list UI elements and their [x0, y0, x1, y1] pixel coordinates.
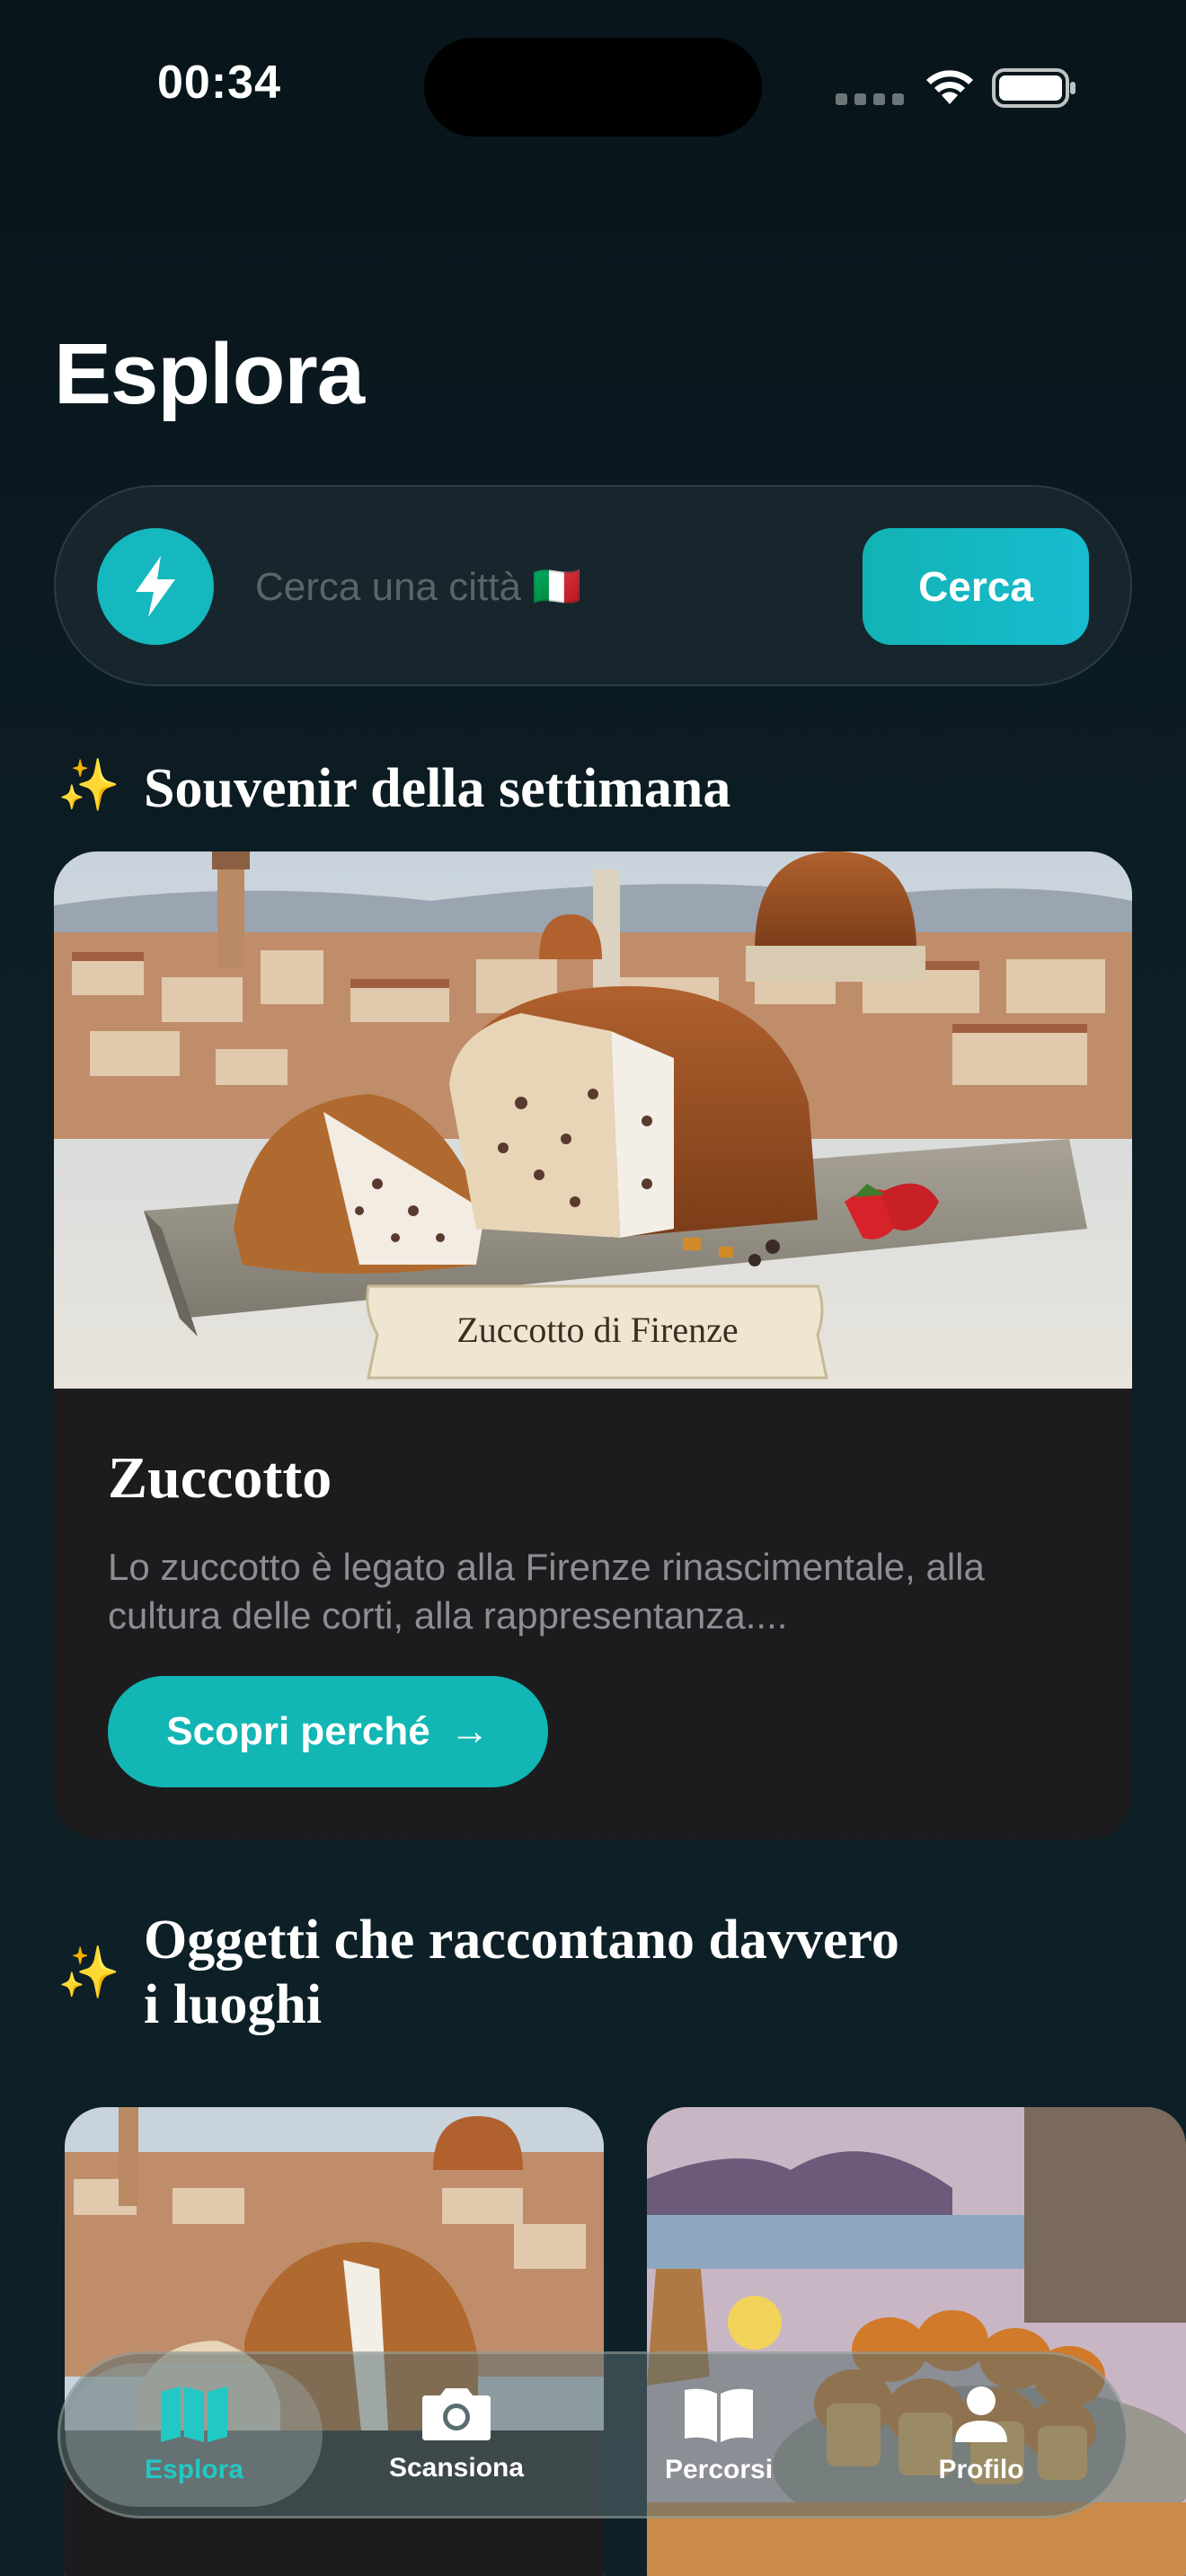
sparkles-icon: ✨ [58, 756, 120, 813]
souvenir-name: Zuccotto [108, 1445, 332, 1511]
search-bar: Cerca [54, 485, 1132, 686]
camera-icon [422, 2388, 491, 2440]
cellular-signal-icon [836, 93, 904, 105]
objects-title-line2: i luoghi [144, 1974, 323, 2035]
objects-title-line1: Oggetti che raccontano davvero [144, 1910, 899, 1971]
zuccotto-florence-image: Zuccotto di Firenze [54, 851, 1132, 1389]
featured-souvenir-card[interactable]: Zuccotto di Firenze Zuccotto Lo zuccotto… [54, 851, 1132, 1839]
search-button[interactable]: Cerca [863, 528, 1089, 645]
book-icon [685, 2388, 753, 2442]
tab-profilo[interactable]: Profilo [853, 2363, 1110, 2507]
screen: 00:34 Esplora Cerca ✨ Souvenir della se [0, 0, 1186, 2576]
map-icon [161, 2386, 227, 2442]
dynamic-island [424, 38, 762, 137]
objects-section-header: ✨ Oggetti che raccontano davvero i luogh… [58, 1908, 899, 2037]
arrow-right-icon: → [449, 1709, 490, 1753]
discover-why-button[interactable]: Scopri perché → [108, 1676, 548, 1787]
bolt-icon[interactable] [97, 528, 214, 645]
image-caption: Zuccotto di Firenze [456, 1310, 738, 1350]
status-time: 00:34 [157, 57, 281, 109]
tab-esplora-label: Esplora [144, 2455, 244, 2484]
search-input[interactable] [253, 546, 706, 629]
tab-scansiona[interactable]: Scansiona [328, 2363, 585, 2507]
weekly-souvenir-header: ✨ Souvenir della settimana [58, 756, 730, 821]
tab-percorsi[interactable]: Percorsi [590, 2363, 847, 2507]
souvenir-description: Lo zuccotto è legato alla Firenze rinasc… [108, 1546, 985, 1636]
discover-why-label: Scopri perché [166, 1709, 430, 1753]
sparkles-icon: ✨ [58, 1944, 120, 2000]
page-title: Esplora [54, 326, 365, 422]
tab-profilo-label: Profilo [938, 2455, 1024, 2484]
weekly-souvenir-title: Souvenir della settimana [144, 758, 731, 819]
wifi-icon [926, 70, 973, 104]
tab-percorsi-label: Percorsi [664, 2455, 774, 2484]
tab-bar: Esplora Scansiona Percorsi Profilo [58, 2351, 1128, 2519]
person-icon [955, 2386, 1007, 2442]
tab-esplora[interactable]: Esplora [66, 2363, 323, 2507]
tab-scansiona-label: Scansiona [388, 2453, 525, 2483]
objects-section-title: Oggetti che raccontano davvero i luoghi [144, 1908, 899, 2037]
battery-icon [992, 68, 1075, 108]
